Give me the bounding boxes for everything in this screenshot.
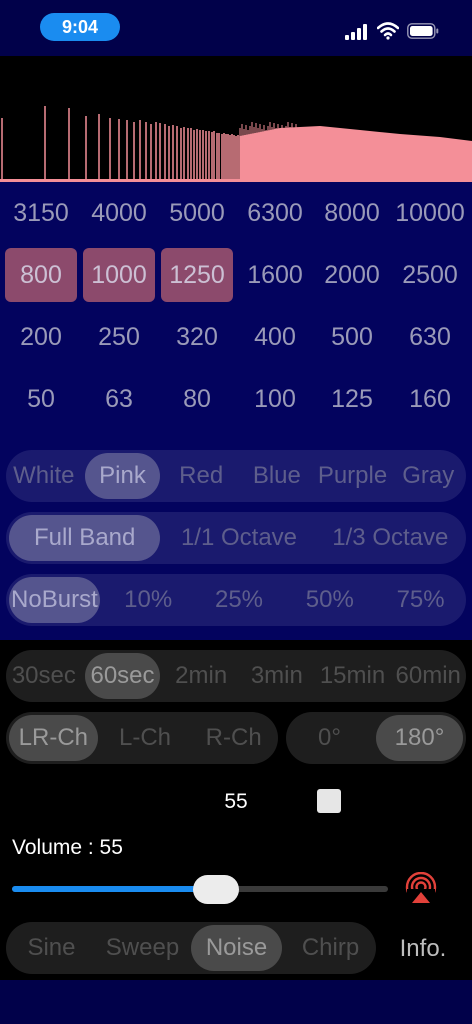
duration-option-2[interactable]: 2min xyxy=(163,650,239,702)
value-display: 55 xyxy=(224,790,248,813)
frequency-button-250[interactable]: 250 xyxy=(83,310,155,364)
burst-selector: NoBurst 10% 25% 50% 75% xyxy=(6,574,466,626)
duration-option-4[interactable]: 15min xyxy=(315,650,391,702)
volume-label: Volume : 55 xyxy=(12,836,123,859)
mode-option-2[interactable]: Noise xyxy=(191,925,282,971)
frequency-button-5000[interactable]: 5000 xyxy=(161,186,233,240)
band-option-0[interactable]: Full Band xyxy=(9,515,161,561)
mode-option-1[interactable]: Sweep xyxy=(97,922,188,974)
wifi-icon xyxy=(377,22,399,40)
mode-option-0[interactable]: Sine xyxy=(6,922,97,974)
frequency-button-2000[interactable]: 2000 xyxy=(316,248,388,302)
burst-option-1[interactable]: 10% xyxy=(103,574,194,626)
frequency-button-630[interactable]: 630 xyxy=(394,310,466,364)
frequency-button-1000[interactable]: 1000 xyxy=(83,248,155,302)
channel-selector: LR-Ch L-Ch R-Ch xyxy=(6,712,278,764)
noise-color-option-4[interactable]: Purple xyxy=(315,450,391,502)
volume-slider-thumb[interactable] xyxy=(193,875,239,904)
burst-option-4[interactable]: 75% xyxy=(375,574,466,626)
frequency-button-1600[interactable]: 1600 xyxy=(239,248,311,302)
frequency-button-1250[interactable]: 1250 xyxy=(161,248,233,302)
noise-color-option-5[interactable]: Gray xyxy=(390,450,466,502)
info-button[interactable]: Info. xyxy=(396,932,450,966)
frequency-button-50[interactable]: 50 xyxy=(5,372,77,426)
frequency-button-10000[interactable]: 10000 xyxy=(394,186,466,240)
frequency-button-800[interactable]: 800 xyxy=(5,248,77,302)
burst-option-3[interactable]: 50% xyxy=(284,574,375,626)
battery-icon xyxy=(407,23,439,39)
burst-option-2[interactable]: 25% xyxy=(194,574,285,626)
duration-option-5[interactable]: 60min xyxy=(390,650,466,702)
frequency-button-3150[interactable]: 3150 xyxy=(5,186,77,240)
channel-option-1[interactable]: L-Ch xyxy=(101,712,190,764)
frequency-button-4000[interactable]: 4000 xyxy=(83,186,155,240)
frequency-button-125[interactable]: 125 xyxy=(316,372,388,426)
checkbox[interactable] xyxy=(317,789,341,813)
spectrum-dense-area xyxy=(240,126,472,180)
phase-option-0[interactable]: 0° xyxy=(286,712,373,764)
noise-color-option-3[interactable]: Blue xyxy=(239,450,315,502)
phase-option-1[interactable]: 180° xyxy=(376,715,463,761)
frequency-button-100[interactable]: 100 xyxy=(239,372,311,426)
frequency-button-80[interactable]: 80 xyxy=(161,372,233,426)
noise-color-option-2[interactable]: Red xyxy=(163,450,239,502)
frequency-button-160[interactable]: 160 xyxy=(394,372,466,426)
volume-slider-fill xyxy=(12,886,217,892)
duration-option-0[interactable]: 30sec xyxy=(6,650,82,702)
noise-color-option-1[interactable]: Pink xyxy=(84,453,161,499)
noise-color-option-0[interactable]: White xyxy=(6,450,82,502)
band-selector: Full Band 1/1 Octave 1/3 Octave xyxy=(6,512,466,564)
bottom-bar xyxy=(0,980,472,1024)
duration-option-3[interactable]: 3min xyxy=(239,650,315,702)
channel-option-0[interactable]: LR-Ch xyxy=(9,715,98,761)
cellular-signal-icon xyxy=(345,24,367,40)
frequency-button-63[interactable]: 63 xyxy=(83,372,155,426)
frequency-panel: 3150 4000 5000 6300 8000 10000 800 1000 1250 1600… xyxy=(0,182,472,640)
band-option-1[interactable]: 1/1 Octave xyxy=(163,512,314,564)
mode-selector: Sine Sweep Noise Chirp xyxy=(6,922,376,974)
phase-selector: 0° 180° xyxy=(286,712,466,764)
frequency-button-400[interactable]: 400 xyxy=(239,310,311,364)
airplay-icon[interactable] xyxy=(404,872,438,904)
status-time: 9:04 xyxy=(40,13,120,41)
spectrum-display xyxy=(0,56,472,182)
frequency-button-200[interactable]: 200 xyxy=(5,310,77,364)
frequency-button-2500[interactable]: 2500 xyxy=(394,248,466,302)
mode-option-3[interactable]: Chirp xyxy=(285,922,376,974)
frequency-button-8000[interactable]: 8000 xyxy=(316,186,388,240)
duration-option-1[interactable]: 60sec xyxy=(84,653,161,699)
burst-option-0[interactable]: NoBurst xyxy=(9,577,100,623)
frequency-button-500[interactable]: 500 xyxy=(316,310,388,364)
band-option-2[interactable]: 1/3 Octave xyxy=(315,512,466,564)
channel-option-2[interactable]: R-Ch xyxy=(189,712,278,764)
noise-color-selector: White Pink Red Blue Purple Gray xyxy=(6,450,466,502)
frequency-button-320[interactable]: 320 xyxy=(161,310,233,364)
frequency-button-6300[interactable]: 6300 xyxy=(239,186,311,240)
duration-selector: 30sec 60sec 2min 3min 15min 60min xyxy=(6,650,466,702)
